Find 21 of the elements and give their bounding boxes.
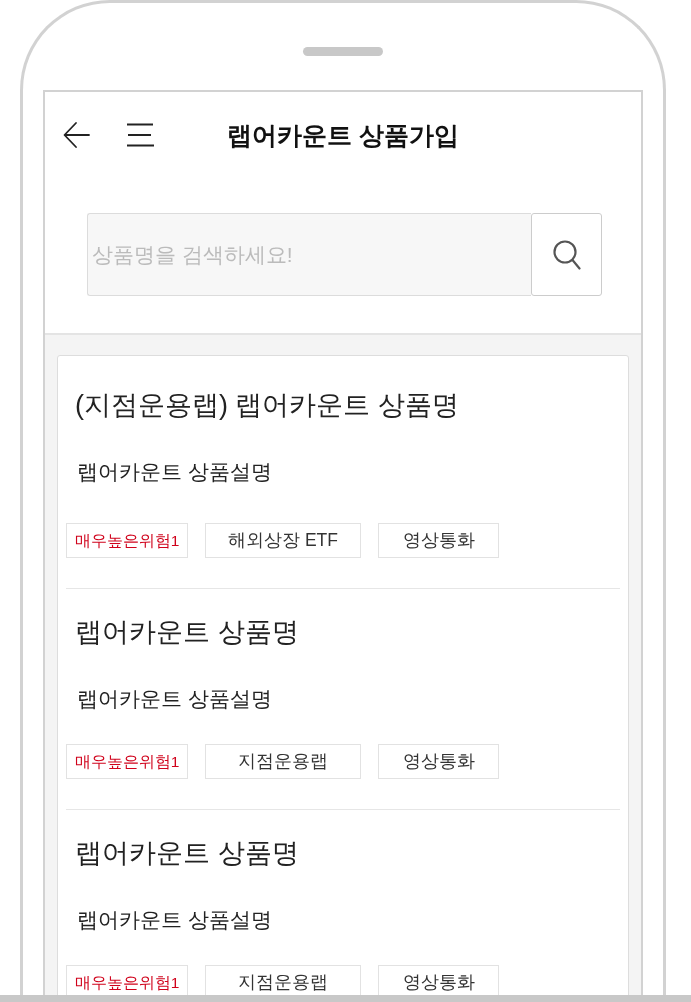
tag: 영상통화 <box>378 523 499 558</box>
product-description: 랩어카운트 상품설명 <box>76 459 273 485</box>
tag: 영상통화 <box>378 965 499 995</box>
tag: 영상통화 <box>378 744 499 779</box>
page-title: 랩어카운트 상품가입 <box>227 120 459 151</box>
product-description: 랩어카운트 상품설명 <box>76 907 273 933</box>
tag: 매우높은위험1 <box>66 965 188 995</box>
tag: 매우높은위험1 <box>66 744 188 779</box>
back-arrow-icon[interactable] <box>62 120 92 150</box>
product-title[interactable]: 랩어카운트 상품명 <box>66 612 620 652</box>
search-field[interactable]: 상품명을 검색하세요! <box>87 213 531 296</box>
search-button[interactable] <box>531 213 602 296</box>
tag: 해외상장 ETF <box>205 523 361 558</box>
search-icon <box>552 239 581 270</box>
product-title[interactable]: 랩어카운트 상품명 <box>66 833 620 873</box>
tag: 지점운용랩 <box>205 965 361 995</box>
tag: 지점운용랩 <box>205 744 361 779</box>
product-title[interactable]: (지점운용랩) 랩어카운트 상품명 <box>66 385 620 425</box>
product-description: 랩어카운트 상품설명 <box>76 686 273 712</box>
tag: 매우높은위험1 <box>66 523 188 558</box>
menu-icon[interactable] <box>126 123 154 147</box>
